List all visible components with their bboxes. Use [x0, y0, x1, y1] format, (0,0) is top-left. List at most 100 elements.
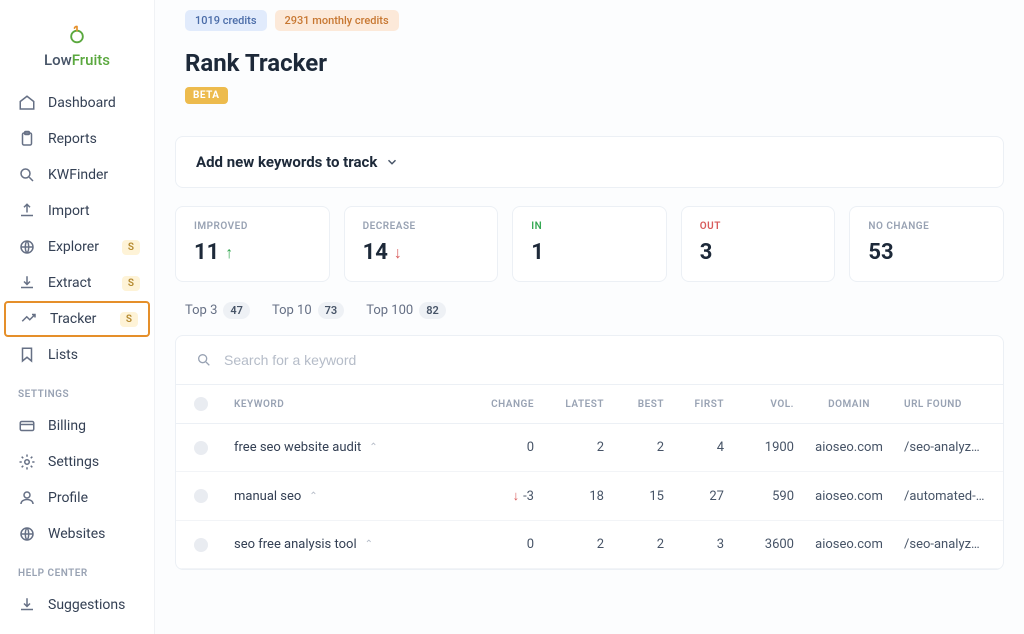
tab-top100[interactable]: Top 10082	[366, 302, 446, 319]
badge-s: S	[122, 240, 140, 255]
page-title: Rank Tracker	[185, 49, 1004, 77]
sidebar-item-lists[interactable]: Lists	[0, 337, 154, 373]
select-all-checkbox[interactable]	[194, 397, 208, 411]
tab-top10[interactable]: Top 1073	[272, 302, 344, 319]
stats-row: IMPROVED 11↑ DECREASE 14↓ IN 1 OUT 3 NO …	[175, 206, 1004, 282]
latest-cell: 18	[534, 489, 604, 504]
sidebar-item-explorer[interactable]: Explorer S	[0, 229, 154, 265]
col-url[interactable]: URL FOUND	[904, 399, 985, 410]
keyword-cell: manual seo	[234, 489, 301, 504]
credits-main-badge[interactable]: 1019 credits	[185, 10, 267, 31]
best-cell: 2	[604, 440, 664, 455]
change-cell: 0	[527, 537, 534, 552]
sidebar-item-websites[interactable]: Websites	[0, 516, 154, 552]
url-cell: /seo-analyzer/	[904, 440, 985, 455]
settings-section-label: SETTINGS	[0, 373, 154, 408]
stat-decrease[interactable]: DECREASE 14↓	[344, 206, 499, 282]
col-vol[interactable]: VOL.	[724, 399, 794, 410]
clipboard-icon	[18, 130, 36, 148]
globe-icon	[18, 238, 36, 256]
sidebar-item-label: Settings	[48, 454, 99, 470]
logo-icon	[67, 23, 87, 45]
url-cell: /seo-analyzer/	[904, 537, 985, 552]
stat-label: OUT	[700, 221, 817, 232]
row-checkbox[interactable]	[194, 538, 208, 552]
keyword-cell: free seo website audit	[234, 440, 361, 455]
vol-cell: 590	[724, 489, 794, 504]
stat-value: 53	[868, 240, 985, 265]
table-row[interactable]: free seo website audit⌃ 0 2 2 4 1900 aio…	[176, 424, 1003, 472]
download-icon	[18, 596, 36, 614]
upload-icon	[18, 202, 36, 220]
table-row[interactable]: manual seo⌃ ↓-3 18 15 27 590 aioseo.com …	[176, 472, 1003, 521]
search-input[interactable]	[224, 352, 983, 368]
domain-cell: aioseo.com	[794, 440, 904, 455]
sidebar-item-label: Billing	[48, 418, 86, 434]
row-checkbox[interactable]	[194, 441, 208, 455]
tabs-row: Top 347 Top 1073 Top 10082	[175, 302, 1004, 319]
badge-s: S	[120, 312, 138, 327]
col-first[interactable]: FIRST	[664, 399, 724, 410]
change-cell: 0	[527, 440, 534, 455]
sidebar-item-billing[interactable]: Billing	[0, 408, 154, 444]
sidebar-item-tracker[interactable]: Tracker S	[4, 301, 150, 337]
stat-value: 3	[700, 240, 817, 265]
nav-settings: Billing Settings Profile Websites	[0, 408, 154, 552]
col-latest[interactable]: LATEST	[534, 399, 604, 410]
sidebar-item-label: Dashboard	[48, 95, 116, 111]
col-domain[interactable]: DOMAIN	[794, 399, 904, 410]
keyword-cell: seo free analysis tool	[234, 537, 357, 552]
url-cell: /automated-seo-vs-manu...	[904, 489, 985, 504]
row-checkbox[interactable]	[194, 489, 208, 503]
stat-improved[interactable]: IMPROVED 11↑	[175, 206, 330, 282]
col-change[interactable]: CHANGE	[454, 399, 534, 410]
stat-out[interactable]: OUT 3	[681, 206, 836, 282]
stat-value: 1	[531, 240, 648, 265]
user-icon	[18, 489, 36, 507]
vol-cell: 1900	[724, 440, 794, 455]
tab-top3[interactable]: Top 347	[185, 302, 250, 319]
chevron-down-icon	[385, 155, 399, 169]
stat-label: IMPROVED	[194, 221, 311, 232]
nav-help: Suggestions	[0, 587, 154, 623]
sidebar-item-kwfinder[interactable]: KWFinder	[0, 157, 154, 193]
sidebar-item-settings[interactable]: Settings	[0, 444, 154, 480]
stat-nochange[interactable]: NO CHANGE 53	[849, 206, 1004, 282]
stat-in[interactable]: IN 1	[512, 206, 667, 282]
sidebar-item-profile[interactable]: Profile	[0, 480, 154, 516]
gear-icon	[18, 453, 36, 471]
col-keyword[interactable]: KEYWORD	[234, 399, 454, 410]
col-best[interactable]: BEST	[604, 399, 664, 410]
beta-badge: BETA	[185, 87, 228, 104]
logo-text: LowFruits	[44, 51, 110, 69]
latest-cell: 2	[534, 537, 604, 552]
sidebar-item-dashboard[interactable]: Dashboard	[0, 85, 154, 121]
tab-label: Top 10	[272, 303, 312, 318]
sidebar-item-label: Websites	[48, 526, 105, 542]
sidebar-item-extract[interactable]: Extract S	[0, 265, 154, 301]
download-icon	[18, 274, 36, 292]
add-keywords-toggle[interactable]: Add new keywords to track	[175, 136, 1004, 188]
sidebar-item-label: Explorer	[48, 239, 99, 255]
globe-icon	[18, 525, 36, 543]
tab-label: Top 100	[366, 303, 413, 318]
search-row	[176, 336, 1003, 384]
logo[interactable]: LowFruits	[0, 15, 154, 85]
sidebar-item-reports[interactable]: Reports	[0, 121, 154, 157]
best-cell: 2	[604, 537, 664, 552]
stat-label: NO CHANGE	[868, 221, 985, 232]
sidebar-item-suggestions[interactable]: Suggestions	[0, 587, 154, 623]
stat-value: 11↑	[194, 240, 311, 265]
bookmark-icon	[18, 346, 36, 364]
first-cell: 4	[664, 440, 724, 455]
change-cell: -3	[523, 489, 534, 504]
best-cell: 15	[604, 489, 664, 504]
credits-monthly-badge[interactable]: 2931 monthly credits	[275, 10, 399, 31]
sidebar-item-label: Import	[48, 203, 90, 219]
sidebar-item-label: Reports	[48, 131, 97, 147]
sidebar-item-import[interactable]: Import	[0, 193, 154, 229]
first-cell: 3	[664, 537, 724, 552]
first-cell: 27	[664, 489, 724, 504]
vol-cell: 3600	[724, 537, 794, 552]
table-row[interactable]: seo free analysis tool⌃ 0 2 2 3 3600 aio…	[176, 521, 1003, 569]
